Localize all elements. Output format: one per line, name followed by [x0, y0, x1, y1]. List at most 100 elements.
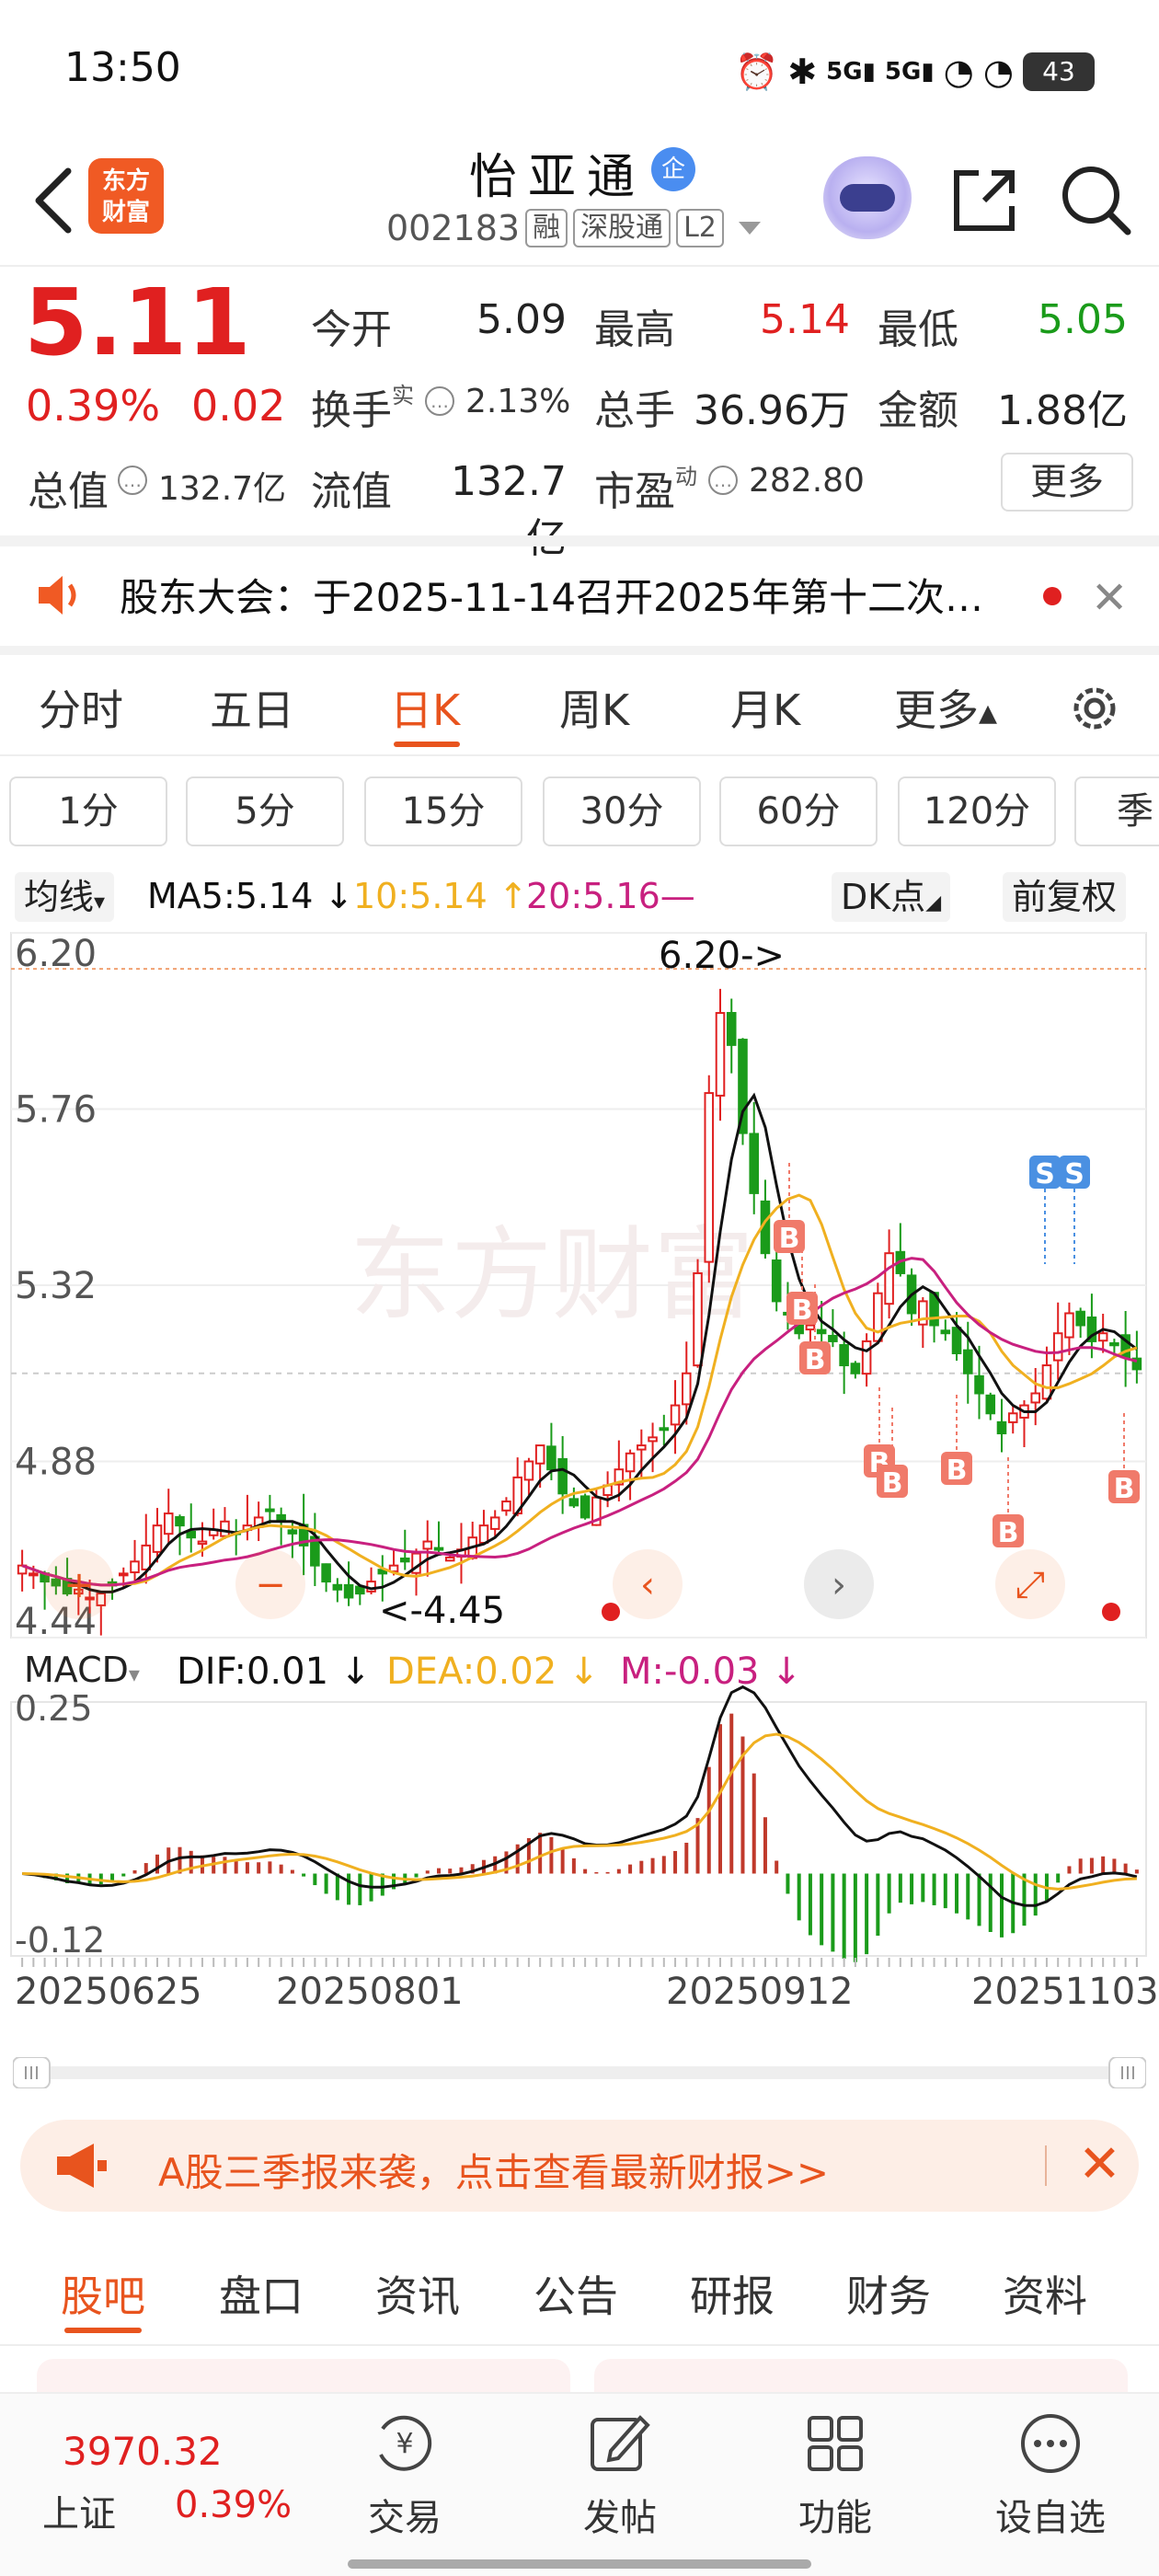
content-tabs: 股吧 盘口 资讯 公告 研报 财务 资料 [0, 2236, 1159, 2346]
tab-more[interactable]: 更多▲ [894, 677, 997, 738]
k-line-chart[interactable]: 6.205.765.324.884.44东方财富6.20-><-4.45S SBB… [0, 924, 1159, 2046]
candle-body [265, 1508, 275, 1512]
share-icon[interactable] [947, 164, 1021, 237]
period-30min[interactable]: 30分 [543, 776, 701, 846]
tab-intraday[interactable]: 分时 [39, 677, 123, 738]
stock-header: 东方 财富 怡亚通 企 002183 融 深股通 L2 [0, 138, 1159, 267]
date-label-1: 20250625 [15, 1971, 202, 2013]
open-value: 5.09 [476, 296, 567, 343]
index-change: 0.39% [175, 2484, 293, 2526]
tab-monthly-k[interactable]: 月K [730, 677, 800, 738]
tab-announcements[interactable]: 公告 [534, 2263, 618, 2324]
high-value: 5.14 [760, 296, 850, 343]
candle-body [1041, 1364, 1052, 1400]
period-1min[interactable]: 1分 [9, 776, 167, 846]
candle-body [828, 1334, 838, 1342]
adjust-button[interactable]: 前复权 [1003, 872, 1127, 922]
candle-body [287, 1529, 298, 1535]
logo-text-1: 东方 [101, 167, 150, 195]
tab-daily-k[interactable]: 日K [390, 677, 460, 738]
tab-weekly-k[interactable]: 周K [559, 677, 629, 738]
signal-5g-icon: 5G▮ [826, 58, 876, 86]
notice-bar[interactable]: 股东大会：于2025-11-14召开2025年第十二次… ✕ [0, 545, 1159, 646]
candle-body [1052, 1332, 1063, 1362]
tab-news[interactable]: 资讯 [375, 2263, 460, 2324]
tab-forum[interactable]: 股吧 [61, 2263, 145, 2324]
event-dot [602, 1603, 620, 1621]
volume-value: 36.96万 [694, 387, 850, 434]
close-icon[interactable]: ✕ [1078, 2134, 1121, 2194]
dea-text: DEA:0.02 [386, 1650, 557, 1693]
status-time: 13:50 [64, 44, 181, 91]
candle-body [534, 1444, 545, 1465]
candle-body [197, 1540, 208, 1546]
current-price: 5.11 [24, 269, 251, 376]
macd-select[interactable]: MACD▾ [15, 1645, 149, 1695]
candle-body [152, 1524, 163, 1553]
ma-select[interactable]: 均线▾ [15, 872, 115, 922]
chart-range-slider[interactable] [13, 2057, 1146, 2088]
period-120min[interactable]: 120分 [898, 776, 1056, 846]
earnings-banner[interactable]: A股三季报来袭，点击查看最新财报>> ✕ [20, 2120, 1139, 2212]
period-60min[interactable]: 60分 [719, 776, 878, 846]
ai-assistant-icon[interactable] [823, 156, 912, 239]
info-icon-3[interactable]: … [708, 466, 738, 495]
edit-icon [591, 2415, 650, 2471]
more-dots-icon [1021, 2414, 1080, 2473]
ma5-text: MA5:5.14 [147, 876, 314, 916]
speaker-icon [39, 576, 76, 615]
candle-body [1064, 1312, 1074, 1339]
period-quarter[interactable]: 季 [1074, 776, 1159, 846]
signal-label: B [805, 1344, 826, 1376]
dk-point-button[interactable]: DK点◢ [832, 872, 951, 922]
robot-face [840, 184, 895, 212]
unread-dot [1043, 587, 1061, 605]
search-icon[interactable] [1058, 162, 1133, 237]
wifi-icon-2: ◔ [982, 52, 1014, 92]
high-label: 最高 [594, 306, 675, 353]
event-dot-2 [1102, 1603, 1120, 1621]
ma20-text: 20:5.16 [526, 876, 660, 916]
nav-trade[interactable]: ¥ 交易 [331, 2410, 478, 2541]
candle-body [873, 1292, 883, 1342]
tab-more-label: 更多 [894, 685, 979, 735]
info-icon-2[interactable]: … [118, 466, 147, 495]
stock-code-row[interactable]: 002183 融 深股通 L2 [386, 208, 761, 248]
candle-body [996, 1420, 1007, 1435]
tab-finance[interactable]: 财务 [846, 2263, 931, 2324]
divider-2 [0, 646, 1159, 655]
candle-body [186, 1530, 197, 1539]
status-bar: 13:50 ⏰ ✱ 5G▮ 5G▮ ◔ ◔ 43 [0, 0, 1159, 138]
candle-body [839, 1344, 849, 1367]
close-icon[interactable]: ✕ [1091, 572, 1128, 624]
candle-body [175, 1515, 185, 1527]
open-label: 今开 [311, 306, 392, 353]
candle-body [1030, 1392, 1041, 1404]
back-icon[interactable] [28, 164, 83, 237]
verified-badge: 企 [651, 147, 695, 191]
index-value[interactable]: 3970.32 [63, 2429, 223, 2474]
tab-order-book[interactable]: 盘口 [219, 2263, 304, 2324]
tab-research[interactable]: 研报 [690, 2263, 775, 2324]
pe-sup: 动 [675, 464, 697, 489]
gear-icon[interactable] [1067, 681, 1122, 736]
candle-body [715, 1012, 726, 1097]
period-15min[interactable]: 15分 [364, 776, 522, 846]
amount-label: 金额 [878, 387, 958, 434]
notice-text: 股东大会：于2025-11-14召开2025年第十二次… [120, 575, 983, 620]
nav-functions[interactable]: 功能 [762, 2410, 909, 2541]
info-icon[interactable]: … [425, 386, 454, 416]
brand-logo[interactable]: 东方 财富 [88, 158, 164, 234]
minute-period-row: 1分 5分 15分 30分 60分 120分 季 [0, 776, 1159, 850]
candle-body [546, 1445, 557, 1471]
tab-five-day[interactable]: 五日 [210, 677, 294, 738]
nav-add-watchlist[interactable]: 设自选 [977, 2410, 1124, 2541]
more-quote-button[interactable]: 更多 [1001, 453, 1133, 512]
nav-post-label: 发帖 [583, 2497, 657, 2539]
signal-label: S [1064, 1158, 1084, 1190]
period-5min[interactable]: 5分 [186, 776, 344, 846]
battery-icon: 43 [1023, 52, 1095, 91]
nav-functions-label: 功能 [798, 2497, 872, 2539]
nav-post[interactable]: 发帖 [546, 2410, 694, 2541]
tab-profile[interactable]: 资料 [1003, 2263, 1087, 2324]
